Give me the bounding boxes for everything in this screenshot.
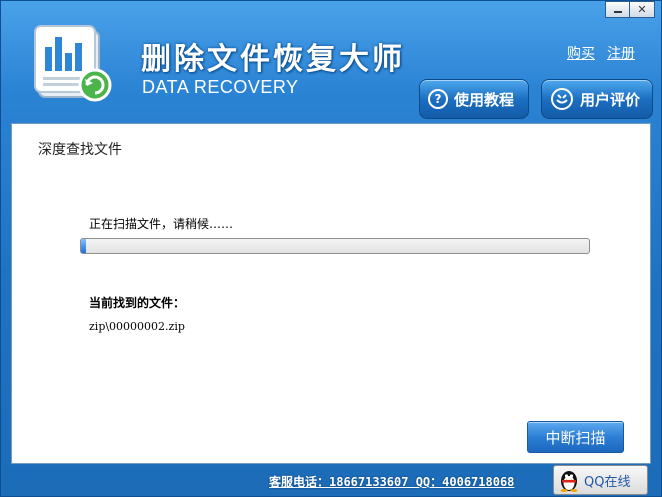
scan-progress-fill [81,239,87,253]
tutorial-button-label: 使用教程 [454,90,515,109]
scan-status-text: 正在扫描文件，请稍候…… [89,217,234,231]
app-subtitle: DATA RECOVERY [142,77,299,97]
qq-penguin-icon [560,471,578,492]
user-rating-button-label: 用户评价 [580,90,641,109]
contact-info: 客服电话：18667133607 QQ：4006718068 [269,475,515,489]
user-rating-button[interactable]: 用户评价 [541,79,653,119]
app-title: 删除文件恢复大师 [141,42,405,77]
main-panel: 深度查找文件 正在扫描文件，请稍候…… 当前找到的文件： zip\0000000… [11,123,651,464]
found-file-path: zip\00000002.zip [89,320,185,333]
app-logo-icon [34,25,112,102]
found-file-label: 当前找到的文件： [89,296,186,310]
qq-online-label: QQ在线 [584,474,631,490]
close-icon: ✕ [637,3,647,16]
app-window: ✕ 删除文件恢复大师 DATA RECOVERY 购买 注册 ? 使用教程 用户… [0,0,662,497]
buy-link[interactable]: 购买 [567,43,595,63]
question-icon: ? [428,89,448,109]
rating-icon [551,88,573,110]
stop-scan-button[interactable]: 中断扫描 [527,421,624,453]
scan-progress-bar [80,238,590,254]
minimize-icon [613,11,622,13]
header-links: 购买 注册 [567,43,635,63]
window-controls: ✕ [605,1,655,18]
tutorial-button[interactable]: ? 使用教程 [419,79,529,119]
close-button[interactable]: ✕ [630,1,655,18]
section-title: 深度查找文件 [38,142,122,158]
minimize-button[interactable] [605,1,630,18]
register-link[interactable]: 注册 [607,43,635,63]
qq-online-button[interactable]: QQ在线 [553,465,648,495]
